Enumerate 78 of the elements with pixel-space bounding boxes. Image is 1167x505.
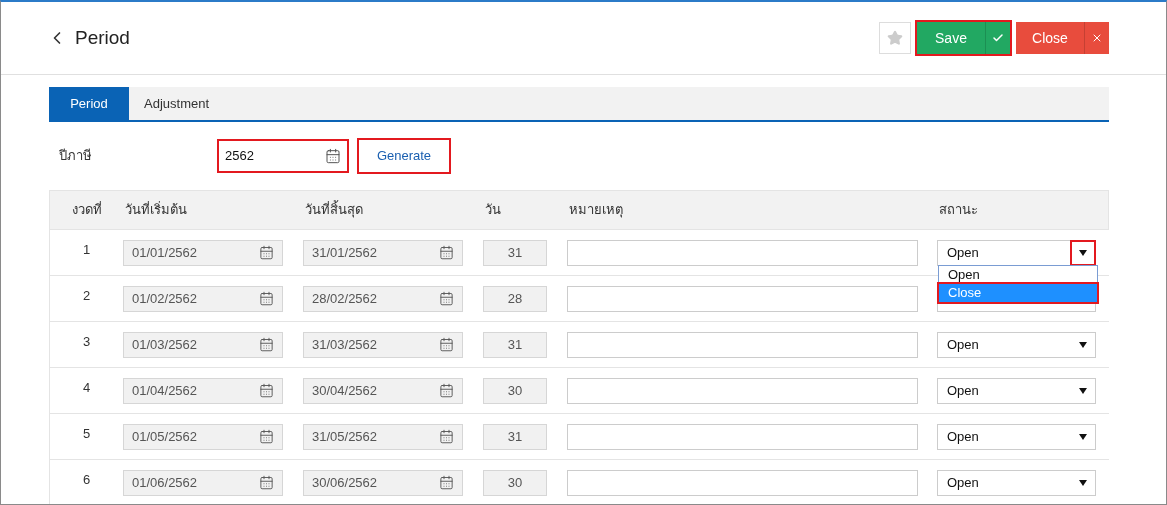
row-number: 3 — [81, 333, 92, 351]
days-field[interactable]: 30 — [483, 469, 547, 496]
calendar-icon[interactable] — [259, 245, 274, 260]
date-field[interactable]: 01/02/2562 — [123, 285, 283, 312]
calendar-icon[interactable] — [439, 383, 454, 398]
row-number: 5 — [81, 425, 92, 443]
date-value: 01/05/2562 — [132, 427, 198, 446]
note-field[interactable] — [567, 285, 918, 312]
calendar-icon[interactable] — [259, 291, 274, 306]
tab[interactable]: Adjustment — [129, 87, 225, 120]
date-field[interactable]: 30/04/2562 — [303, 377, 463, 404]
page-title: Period — [75, 25, 130, 50]
date-value: 01/01/2562 — [132, 243, 198, 262]
close-icon — [1091, 32, 1103, 44]
days-field[interactable]: 31 — [483, 423, 547, 450]
note-field[interactable] — [567, 469, 918, 496]
date-value: 01/03/2562 — [132, 335, 198, 354]
date-field[interactable]: 01/06/2562 — [123, 469, 283, 496]
row-number: 6 — [81, 471, 92, 489]
column-header: วัน — [484, 201, 502, 220]
column-header: สถานะ — [938, 201, 978, 220]
column-header: วันที่เริ่มต้น — [124, 200, 188, 220]
date-value: 30/04/2562 — [312, 381, 378, 400]
days-field[interactable]: 31 — [483, 331, 547, 358]
tab[interactable]: Period — [49, 87, 129, 120]
calendar-icon[interactable] — [439, 245, 454, 260]
status-select[interactable]: Open — [937, 469, 1096, 496]
date-value: 30/06/2562 — [312, 473, 378, 492]
column-header: หมายเหตุ — [568, 201, 624, 220]
calendar-icon[interactable] — [259, 429, 274, 444]
note-field[interactable] — [567, 377, 918, 404]
calendar-icon[interactable] — [439, 429, 454, 444]
calendar-icon[interactable] — [259, 383, 274, 398]
row-number: 1 — [81, 241, 92, 259]
date-field[interactable]: 01/03/2562 — [123, 331, 283, 358]
star-icon — [887, 30, 903, 46]
column-header: งวดที่ — [70, 200, 103, 220]
note-field[interactable] — [567, 423, 918, 450]
date-field[interactable]: 01/05/2562 — [123, 423, 283, 450]
row-number: 4 — [81, 379, 92, 397]
note-field[interactable] — [567, 239, 918, 266]
days-field[interactable]: 31 — [483, 239, 547, 266]
dropdown-option[interactable]: Open — [939, 266, 1097, 284]
field-label: ปีภาษี — [58, 147, 93, 166]
calendar-icon[interactable] — [439, 291, 454, 306]
date-value: 31/03/2562 — [312, 335, 378, 354]
caret-icon[interactable] — [1071, 240, 1095, 265]
date-field[interactable]: 31/03/2562 — [303, 331, 463, 358]
date-value: 01/02/2562 — [132, 289, 198, 308]
status-select[interactable]: Open — [937, 377, 1096, 404]
date-value: 01/06/2562 — [132, 473, 198, 492]
year-field[interactable]: 2562 — [219, 141, 347, 171]
status-select[interactable]: Open — [937, 331, 1096, 358]
date-field[interactable]: 31/01/2562 — [303, 239, 463, 266]
calendar-icon[interactable] — [439, 337, 454, 352]
calendar-icon[interactable] — [259, 337, 274, 352]
date-field[interactable]: 30/06/2562 — [303, 469, 463, 496]
calendar-icon[interactable] — [325, 148, 341, 164]
days-field[interactable]: 30 — [483, 377, 547, 404]
generate-button[interactable]: Generate — [359, 140, 449, 172]
row-number: 2 — [81, 287, 92, 305]
days-field[interactable]: 28 — [483, 285, 547, 312]
column-header: วันที่สิ้นสุด — [304, 200, 364, 220]
date-field[interactable]: 28/02/2562 — [303, 285, 463, 312]
date-value: 01/04/2562 — [132, 381, 198, 400]
date-field[interactable]: 01/04/2562 — [123, 377, 283, 404]
calendar-icon[interactable] — [259, 475, 274, 490]
status-select[interactable]: Open — [937, 239, 1096, 266]
check-icon — [992, 32, 1004, 44]
date-value: 28/02/2562 — [312, 289, 378, 308]
close-button[interactable]: Close — [1016, 22, 1109, 54]
note-field[interactable] — [567, 331, 918, 358]
status-select[interactable]: Open — [937, 423, 1096, 450]
date-value: 31/05/2562 — [312, 427, 378, 446]
date-field[interactable]: 01/01/2562 — [123, 239, 283, 266]
date-field[interactable]: 31/05/2562 — [303, 423, 463, 450]
date-value: 31/01/2562 — [312, 243, 378, 262]
calendar-icon[interactable] — [439, 475, 454, 490]
